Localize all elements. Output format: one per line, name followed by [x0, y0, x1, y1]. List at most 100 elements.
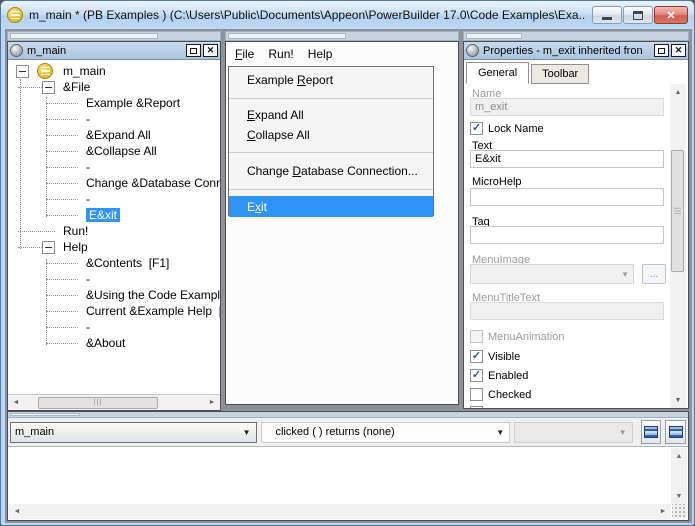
checkbox-unchecked-icon[interactable]	[470, 388, 483, 401]
splitter-thumb[interactable]	[228, 33, 346, 39]
chevron-down-icon: ▼	[619, 428, 627, 437]
minimize-button[interactable]	[592, 6, 622, 24]
checkbox-checked-icon[interactable]: ✓	[470, 369, 483, 382]
tree-item-selected[interactable]: E&xit	[8, 207, 220, 223]
grip-icon: |||	[674, 207, 681, 215]
tree-item[interactable]: Example &Report	[8, 95, 220, 111]
tree-item[interactable]: -	[8, 319, 220, 335]
tree-item[interactable]: -	[8, 271, 220, 287]
tree-connector	[46, 263, 78, 264]
tree-item[interactable]: Run!	[8, 223, 220, 239]
menu-item-change-database-connection[interactable]: Change Database Connection...	[229, 159, 433, 183]
microhelp-field[interactable]	[470, 188, 664, 206]
tree-item[interactable]: Help	[8, 239, 220, 255]
tree-item[interactable]: -	[8, 191, 220, 207]
scroll-down-icon[interactable]: ▼	[670, 392, 686, 408]
window-titlebar[interactable]: m_main * (PB Examples ) (C:\Users\Public…	[1, 1, 694, 29]
maximize-icon	[190, 48, 197, 54]
tree-item[interactable]: &Collapse All	[8, 143, 220, 159]
menubar-item-run[interactable]: Run!	[268, 47, 293, 61]
pane-menu-icon[interactable]	[466, 44, 479, 57]
tree-item-root[interactable]: m_main	[8, 63, 220, 79]
tree-item[interactable]: Change &Database Conne	[8, 175, 220, 191]
script-editor[interactable]: ▲ ▼ ◄ ►	[8, 446, 688, 520]
menu-item-example-report[interactable]: Example Report	[229, 67, 433, 93]
checkbox-checked-icon[interactable]: ✓	[470, 122, 483, 135]
properties-pane-splitter[interactable]	[463, 31, 689, 41]
object-selector[interactable]: m_main ▼	[10, 422, 257, 443]
window-title: m_main * (PB Examples ) (C:\Users\Public…	[29, 8, 586, 22]
menu-tree: m_main &File Example &Report - &Expand A…	[8, 61, 220, 394]
tree-item[interactable]: &Expand All	[8, 127, 220, 143]
scroll-down-icon[interactable]: ▼	[671, 488, 687, 504]
menubar-item-file[interactable]: File	[235, 47, 254, 61]
tree-connector	[46, 183, 78, 184]
tab-general[interactable]: General	[466, 62, 529, 84]
tree-pane-splitter[interactable]	[7, 31, 221, 41]
scroll-left-icon[interactable]: ◄	[9, 504, 25, 520]
default-checkbox[interactable]: Default	[470, 406, 523, 408]
resize-grip[interactable]	[672, 504, 687, 519]
lock-name-checkbox[interactable]: ✓ Lock Name	[470, 122, 544, 135]
menuanimation-checkbox: MenuAnimation	[470, 330, 564, 343]
pane-close-button[interactable]: ✕	[671, 44, 686, 57]
tree-item[interactable]: -	[8, 111, 220, 127]
menubar-item-help[interactable]: Help	[308, 47, 333, 61]
script-view-button-1[interactable]	[641, 420, 662, 444]
checkbox-checked-icon[interactable]: ✓	[470, 350, 483, 363]
tree-connector	[46, 119, 78, 120]
tab-toolbar[interactable]: Toolbar	[531, 64, 589, 84]
pane-maximize-button[interactable]	[186, 44, 201, 57]
checkbox-unchecked-icon[interactable]	[470, 406, 483, 408]
properties-vertical-scrollbar[interactable]: ▲ ||| ▼	[670, 84, 686, 408]
script-horizontal-scrollbar[interactable]: ◄ ►	[9, 504, 671, 519]
preview-pane-splitter[interactable]	[225, 31, 459, 41]
pane-menu-icon[interactable]	[10, 44, 23, 57]
script-view-button-2[interactable]	[665, 420, 686, 444]
menuimage-browse-button[interactable]: ...	[642, 264, 666, 284]
tree-item[interactable]: -	[8, 159, 220, 175]
scroll-up-icon[interactable]: ▲	[670, 84, 686, 100]
splitter-thumb[interactable]	[10, 413, 80, 416]
menu-item-expand-all[interactable]: Expand All	[229, 105, 433, 125]
name-field: m_exit	[470, 98, 664, 116]
file-menu-dropdown: Example Report Expand All Collapse All C…	[228, 66, 434, 216]
tree-item[interactable]: &Using the Code Examples	[8, 287, 220, 303]
tree-item[interactable]: &Contents [F1]	[8, 255, 220, 271]
tree-expander-icon[interactable]	[42, 81, 55, 94]
scrollbar-thumb[interactable]: |||	[671, 150, 684, 272]
tree-pane-title: m_main	[27, 45, 184, 57]
text-field[interactable]: E&xit	[470, 150, 664, 168]
menuimage-dropdown: ▼	[470, 264, 634, 284]
scroll-left-icon[interactable]: ◄	[8, 395, 24, 411]
event-selector[interactable]: clicked ( ) returns (none) ▼	[261, 422, 511, 443]
menu-item-collapse-all[interactable]: Collapse All	[229, 125, 433, 145]
maximize-button[interactable]	[623, 6, 653, 24]
chevron-down-icon: ▼	[496, 428, 504, 437]
tag-field[interactable]	[470, 226, 664, 244]
checked-checkbox[interactable]: Checked	[470, 388, 531, 401]
tree-connector	[46, 327, 78, 328]
tree-expander-icon[interactable]	[42, 241, 55, 254]
splitter-thumb[interactable]	[10, 33, 158, 39]
script-vertical-scrollbar[interactable]: ▲ ▼	[671, 448, 687, 504]
scroll-right-icon[interactable]: ►	[655, 504, 671, 520]
pane-close-button[interactable]: ✕	[203, 44, 218, 57]
properties-form: Name m_exit ✓ Lock Name Text E&xit Micro…	[464, 84, 688, 408]
tree-pane-titlebar[interactable]: m_main ✕	[8, 42, 220, 60]
tree-item[interactable]: Current &Example Help [S	[8, 303, 220, 319]
splitter-thumb[interactable]	[466, 33, 522, 39]
scrollbar-thumb[interactable]: |||	[38, 397, 158, 409]
tree-expander-icon[interactable]	[16, 65, 29, 78]
menu-item-exit[interactable]: Exit	[229, 196, 433, 217]
scroll-right-icon[interactable]: ►	[204, 395, 220, 411]
scroll-up-icon[interactable]: ▲	[671, 448, 687, 464]
properties-pane-titlebar[interactable]: Properties - m_exit inherited fron ✕	[464, 42, 688, 60]
enabled-checkbox[interactable]: ✓ Enabled	[470, 369, 528, 382]
visible-checkbox[interactable]: ✓ Visible	[470, 350, 520, 363]
tree-item[interactable]: &File	[8, 79, 220, 95]
tree-item[interactable]: &About	[8, 335, 220, 351]
close-button[interactable]: ✕	[654, 6, 688, 24]
tree-horizontal-scrollbar[interactable]: ◄ ||| ►	[8, 394, 220, 410]
pane-maximize-button[interactable]	[654, 44, 669, 57]
